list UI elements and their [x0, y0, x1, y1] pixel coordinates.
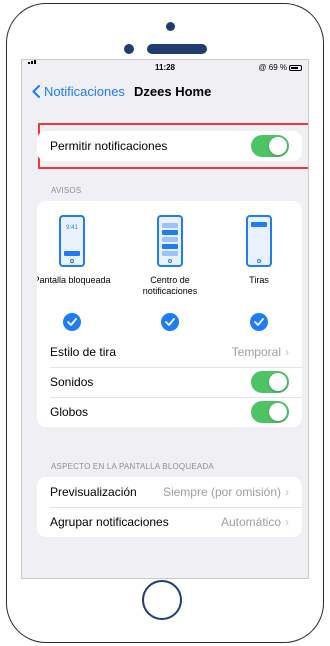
allow-notifications-label: Permitir notificaciones — [50, 139, 168, 153]
checkmark-icon — [161, 313, 179, 331]
badges-row[interactable]: Globos — [37, 397, 302, 427]
back-button[interactable]: Notificaciones — [32, 84, 125, 99]
allow-notifications-toggle[interactable] — [251, 135, 289, 157]
badges-label: Globos — [50, 405, 89, 419]
lock-screen-header: ASPECTO EN LA PANTALLA BLOQUEADA — [51, 462, 214, 471]
banner-style-value-wrap: Temporal › — [232, 345, 289, 359]
speaker-grille — [147, 44, 207, 54]
lock-screen-group: Previsualización Siempre (por omisión) ›… — [37, 477, 302, 537]
lock-screen-phone-icon: 9:41 — [59, 215, 85, 267]
allow-notifications-row[interactable]: Permitir notificaciones — [37, 131, 302, 161]
style-label: Tiras — [249, 275, 269, 285]
back-label: Notificaciones — [44, 84, 125, 99]
preview-value-wrap: Siempre (por omisión) › — [163, 485, 289, 499]
alert-styles: 9:41 Pantalla bloqueada Centro de notifi… — [37, 201, 302, 337]
earpiece-dot — [166, 22, 175, 31]
sounds-row[interactable]: Sonidos — [37, 367, 302, 397]
chevron-right-icon: › — [285, 515, 289, 529]
page-title: Dzees Home — [134, 84, 212, 99]
front-camera — [124, 44, 134, 54]
sounds-toggle[interactable] — [251, 371, 289, 393]
allow-notifications-group: Permitir notificaciones — [37, 131, 302, 161]
home-button[interactable] — [142, 580, 182, 620]
preview-value: Siempre (por omisión) — [162, 485, 281, 499]
notification-center-phone-icon — [157, 215, 183, 267]
checkmark-icon — [250, 313, 268, 331]
screen: 11:28 @ 69 % Notificaciones Dzees Home P… — [21, 59, 309, 579]
chevron-right-icon: › — [285, 345, 289, 359]
grouping-value: Automático — [220, 515, 281, 529]
sounds-label: Sonidos — [50, 375, 94, 389]
banner-style-value: Temporal — [231, 345, 281, 359]
nav-bar: Notificaciones Dzees Home — [22, 80, 308, 106]
alerts-header: AVISOS — [51, 186, 82, 195]
style-label: Centro de notificaciones — [142, 275, 198, 296]
style-notification-center[interactable]: Centro de notificaciones — [125, 201, 215, 331]
status-bar: 11:28 @ 69 % — [22, 60, 308, 74]
style-label: Pantalla bloqueada — [37, 275, 111, 285]
battery-percent: @ 69 % — [258, 63, 287, 72]
battery-indicator: @ 69 % — [258, 63, 302, 72]
chevron-left-icon — [32, 85, 40, 98]
preview-label: Previsualización — [50, 485, 137, 499]
banner-style-label: Estilo de tira — [50, 345, 117, 359]
alerts-group: 9:41 Pantalla bloqueada Centro de notifi… — [37, 201, 302, 427]
badges-toggle[interactable] — [251, 401, 289, 423]
style-lock-screen[interactable]: 9:41 Pantalla bloqueada — [37, 201, 117, 331]
grouping-value-wrap: Automático › — [221, 515, 289, 529]
chevron-right-icon: › — [285, 485, 289, 499]
style-banners[interactable]: Tiras — [214, 201, 302, 331]
banner-style-row[interactable]: Estilo de tira Temporal › — [37, 337, 302, 367]
preview-row[interactable]: Previsualización Siempre (por omisión) › — [37, 477, 302, 507]
battery-icon — [289, 64, 302, 71]
grouping-label: Agrupar notificaciones — [50, 515, 169, 529]
grouping-row[interactable]: Agrupar notificaciones Automático › — [37, 507, 302, 537]
banners-phone-icon — [246, 215, 272, 267]
checkmark-icon — [63, 313, 81, 331]
